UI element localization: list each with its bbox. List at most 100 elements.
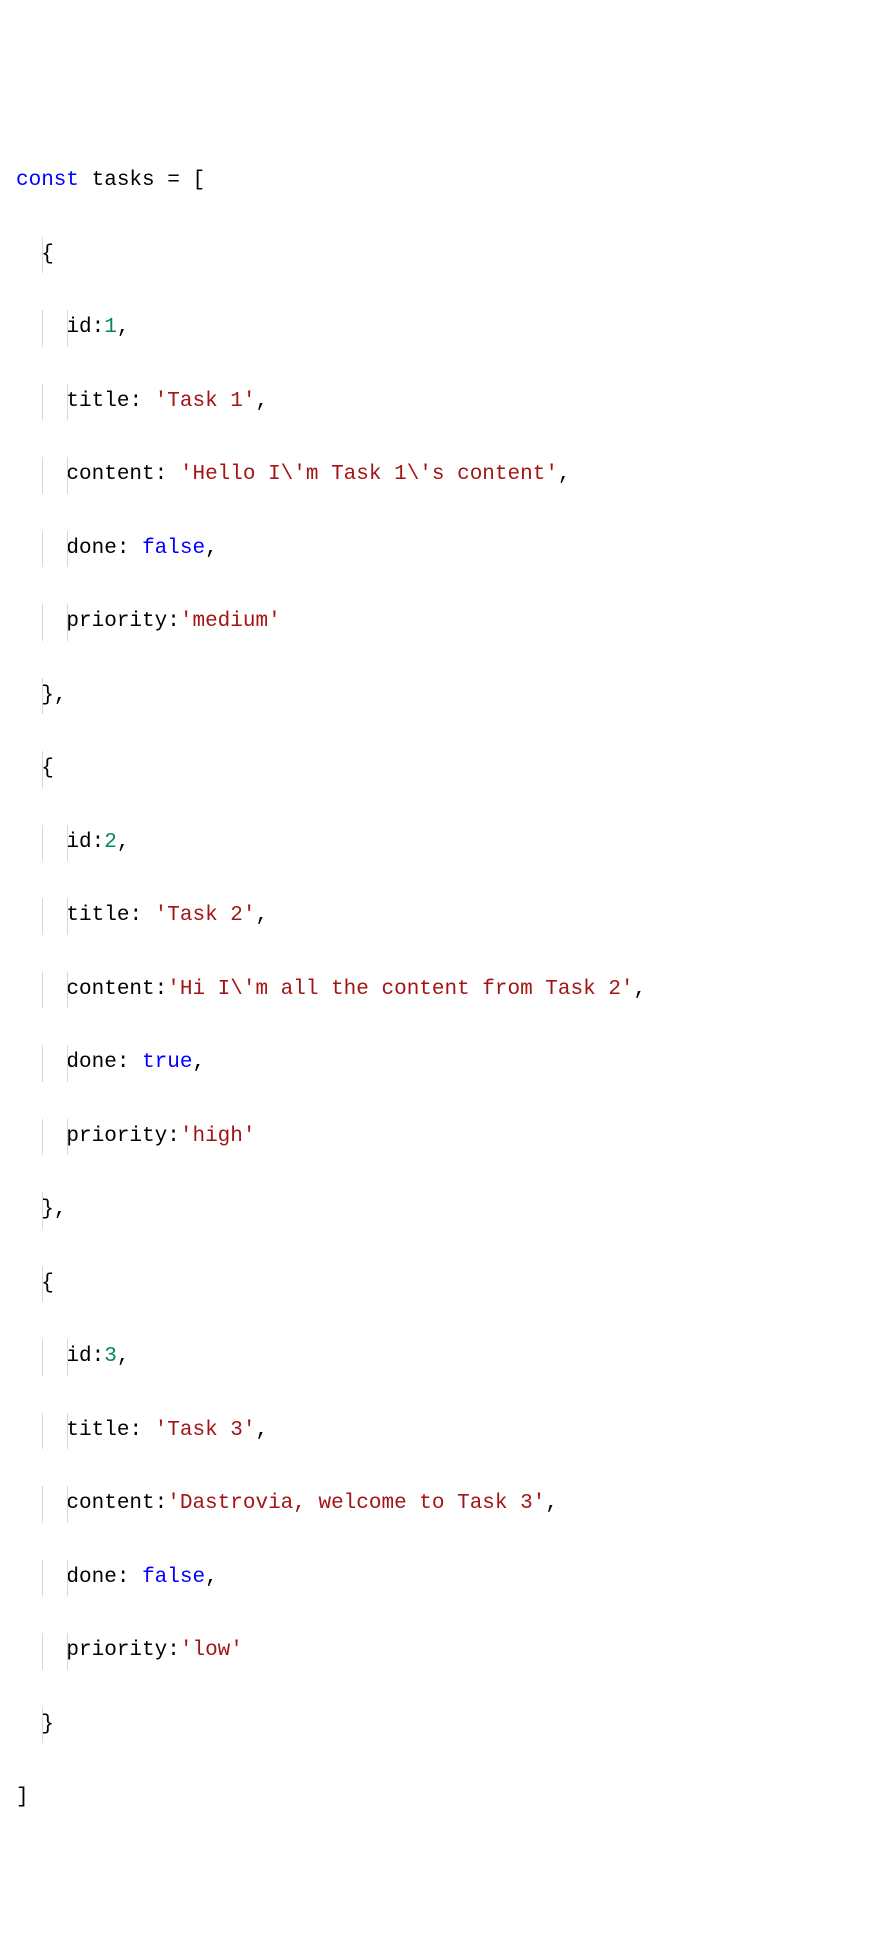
- line-object-open-2: {: [16, 751, 858, 788]
- indent-guide: [42, 1707, 43, 1744]
- indent-guide: [67, 457, 68, 494]
- string-literal: 'low': [180, 1639, 243, 1662]
- string-literal: 'Hello I\'m Task 1\'s content': [180, 463, 558, 486]
- open-brace: {: [41, 243, 54, 266]
- line-prop-done-1: done: false,: [16, 531, 858, 568]
- line-prop-content-2: content:'Hi I\'m all the content from Ta…: [16, 972, 858, 1009]
- boolean-literal: false: [142, 1566, 205, 1589]
- line-prop-priority-2: priority:'high': [16, 1119, 858, 1156]
- indent-guide: [42, 1413, 43, 1450]
- close-brace: }: [41, 1713, 54, 1736]
- prop-key: title: [66, 390, 129, 413]
- equals: =: [167, 169, 180, 192]
- line-prop-id-2: id:2,: [16, 825, 858, 862]
- string-literal: 'medium': [180, 610, 281, 633]
- indent-guide: [67, 825, 68, 862]
- indent-guide: [42, 1045, 43, 1082]
- number-literal: 2: [104, 831, 117, 854]
- indent-guide: [67, 604, 68, 641]
- boolean-literal: false: [142, 537, 205, 560]
- indent-guide: [42, 751, 43, 788]
- boolean-literal: true: [142, 1051, 192, 1074]
- code-block: const tasks = [ { id:1, title: 'Task 1',…: [16, 163, 858, 1817]
- indent-guide: [42, 310, 43, 347]
- indent-guide: [67, 1045, 68, 1082]
- open-bracket: [: [192, 169, 205, 192]
- line-object-close-1: },: [16, 678, 858, 715]
- number-literal: 1: [104, 316, 117, 339]
- indent-guide: [67, 1633, 68, 1670]
- line-object-open-1: {: [16, 237, 858, 274]
- indent-guide: [67, 531, 68, 568]
- number-literal: 3: [104, 1345, 117, 1368]
- prop-key: priority: [66, 610, 167, 633]
- string-literal: 'Dastrovia, welcome to Task 3': [167, 1492, 545, 1515]
- indent-guide: [67, 384, 68, 421]
- line-prop-content-3: content:'Dastrovia, welcome to Task 3',: [16, 1486, 858, 1523]
- indent-guide: [42, 678, 43, 715]
- line-object-close-3: }: [16, 1707, 858, 1744]
- line-prop-id-1: id:1,: [16, 310, 858, 347]
- close-bracket: ]: [16, 1786, 29, 1809]
- keyword-const: const: [16, 169, 79, 192]
- indent-guide: [42, 825, 43, 862]
- indent-guide: [67, 1413, 68, 1450]
- indent-guide: [42, 604, 43, 641]
- string-literal: 'Task 2': [155, 904, 256, 927]
- variable-name: tasks: [92, 169, 155, 192]
- prop-key: done: [66, 537, 116, 560]
- line-prop-priority-1: priority:'medium': [16, 604, 858, 641]
- indent-guide: [42, 1633, 43, 1670]
- line-prop-title-2: title: 'Task 2',: [16, 898, 858, 935]
- indent-guide: [42, 1339, 43, 1376]
- indent-guide: [67, 972, 68, 1009]
- prop-key: id: [66, 831, 91, 854]
- line-prop-priority-3: priority:'low': [16, 1633, 858, 1670]
- line-prop-content-1: content: 'Hello I\'m Task 1\'s content',: [16, 457, 858, 494]
- indent-guide: [67, 1486, 68, 1523]
- indent-guide: [42, 237, 43, 274]
- line-prop-done-2: done: true,: [16, 1045, 858, 1082]
- prop-key: title: [66, 1419, 129, 1442]
- prop-key: done: [66, 1566, 116, 1589]
- line-prop-id-3: id:3,: [16, 1339, 858, 1376]
- prop-key: id: [66, 316, 91, 339]
- line-object-open-3: {: [16, 1266, 858, 1303]
- indent-guide: [67, 1339, 68, 1376]
- indent-guide: [42, 1119, 43, 1156]
- line-close-bracket: ]: [16, 1780, 858, 1817]
- prop-key: done: [66, 1051, 116, 1074]
- prop-key: content: [66, 978, 154, 1001]
- prop-key: content: [66, 1492, 154, 1515]
- indent-guide: [42, 1486, 43, 1523]
- indent-guide: [67, 310, 68, 347]
- prop-key: priority: [66, 1125, 167, 1148]
- indent-guide: [67, 898, 68, 935]
- string-literal: 'Hi I\'m all the content from Task 2': [167, 978, 633, 1001]
- indent-guide: [42, 1560, 43, 1597]
- indent-guide: [42, 384, 43, 421]
- close-brace: }: [41, 684, 54, 707]
- line-declaration: const tasks = [: [16, 163, 858, 200]
- prop-key: priority: [66, 1639, 167, 1662]
- line-prop-done-3: done: false,: [16, 1560, 858, 1597]
- indent-guide: [67, 1119, 68, 1156]
- string-literal: 'high': [180, 1125, 256, 1148]
- line-object-close-2: },: [16, 1192, 858, 1229]
- close-brace: }: [41, 1198, 54, 1221]
- indent-guide: [42, 1266, 43, 1303]
- indent-guide: [42, 457, 43, 494]
- line-prop-title-3: title: 'Task 3',: [16, 1413, 858, 1450]
- indent-guide: [42, 898, 43, 935]
- string-literal: 'Task 1': [155, 390, 256, 413]
- prop-key: title: [66, 904, 129, 927]
- prop-key: content: [66, 463, 154, 486]
- open-brace: {: [41, 757, 54, 780]
- open-brace: {: [41, 1272, 54, 1295]
- indent-guide: [67, 1560, 68, 1597]
- indent-guide: [42, 1192, 43, 1229]
- indent-guide: [42, 531, 43, 568]
- string-literal: 'Task 3': [155, 1419, 256, 1442]
- indent-guide: [42, 972, 43, 1009]
- line-prop-title-1: title: 'Task 1',: [16, 384, 858, 421]
